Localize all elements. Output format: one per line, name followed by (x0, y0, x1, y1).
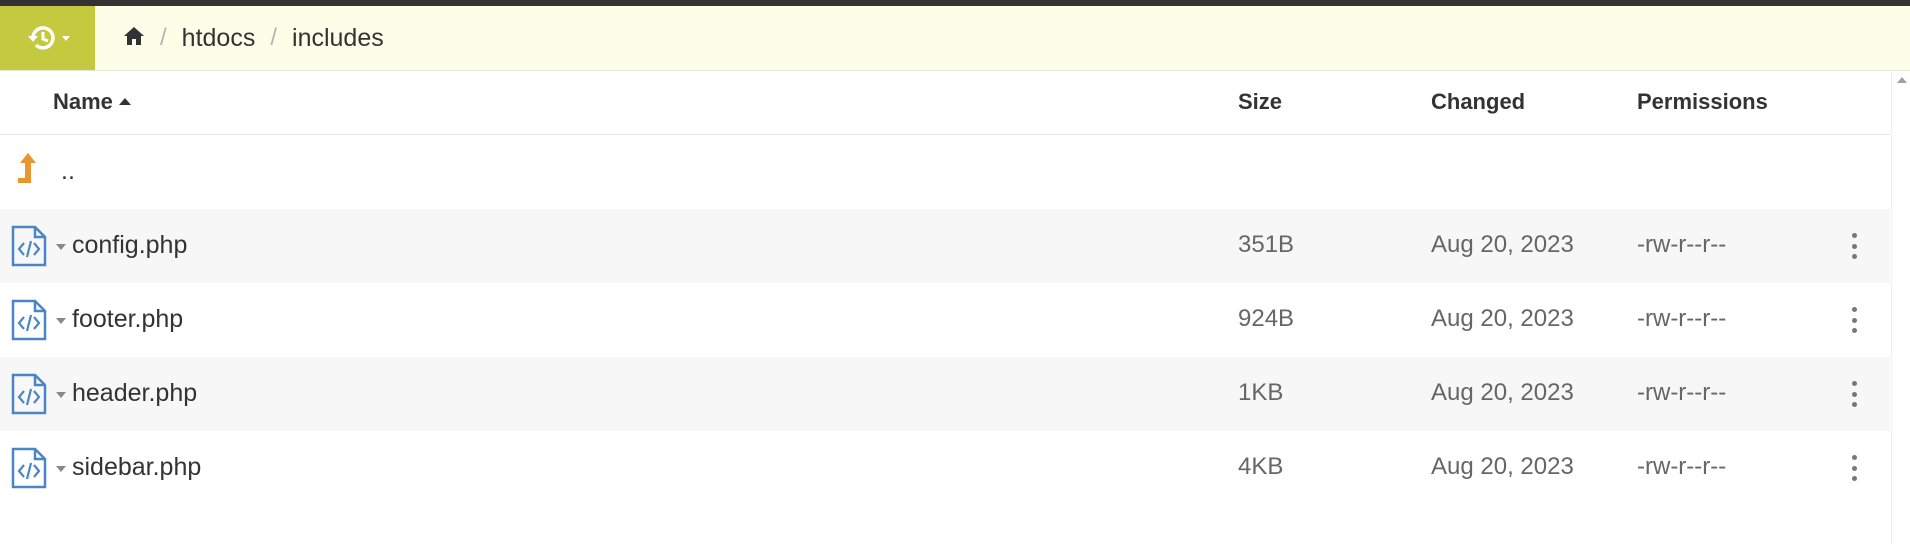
file-changed: Aug 20, 2023 (1431, 305, 1574, 332)
file-size: 4KB (1238, 453, 1284, 480)
file-name[interactable]: footer.php (72, 305, 183, 334)
parent-directory-label: .. (61, 157, 75, 185)
sort-ascending-icon (118, 98, 131, 105)
code-file-icon (11, 373, 47, 415)
code-file-icon (11, 447, 47, 489)
more-actions-icon[interactable] (1846, 381, 1862, 407)
file-name[interactable]: sidebar.php (72, 453, 201, 482)
file-size: 351B (1238, 231, 1295, 258)
parent-directory-row[interactable]: .. (0, 135, 1890, 209)
column-name-label: Name (53, 89, 113, 114)
file-permissions: -rw-r--r-- (1637, 305, 1727, 332)
breadcrumb-separator: / (160, 24, 167, 51)
code-file-icon (11, 299, 47, 341)
file-row[interactable]: header.php 1KB Aug 20, 2023 -rw-r--r-- (0, 357, 1890, 431)
code-file-icon (11, 225, 47, 267)
expand-caret-icon[interactable] (56, 318, 66, 324)
file-row[interactable]: sidebar.php 4KB Aug 20, 2023 -rw-r--r-- (0, 431, 1890, 505)
file-changed: Aug 20, 2023 (1431, 231, 1574, 258)
path-header: / htdocs / includes (0, 6, 1910, 71)
file-permissions: -rw-r--r-- (1637, 231, 1727, 258)
file-size: 1KB (1238, 379, 1284, 406)
history-icon (27, 26, 70, 50)
vertical-scrollbar[interactable] (1891, 71, 1910, 544)
table-header: Name Size Changed Permissions (0, 71, 1890, 135)
more-actions-icon[interactable] (1846, 455, 1862, 481)
file-list: .. config.php 351B Aug 20, 2023 -rw-r--r… (0, 135, 1890, 505)
file-size: 924B (1238, 305, 1295, 332)
file-changed: Aug 20, 2023 (1431, 453, 1574, 480)
file-name[interactable]: header.php (72, 379, 197, 408)
file-row[interactable]: footer.php 924B Aug 20, 2023 -rw-r--r-- (0, 283, 1890, 357)
home-icon[interactable] (123, 24, 145, 53)
breadcrumb-htdocs[interactable]: htdocs (182, 24, 256, 53)
file-name[interactable]: config.php (72, 231, 187, 260)
scroll-up-arrow-icon[interactable] (1897, 77, 1907, 83)
breadcrumb: / htdocs / includes (123, 24, 384, 53)
breadcrumb-includes[interactable]: includes (292, 24, 384, 53)
parent-folder-icon (18, 153, 36, 183)
column-header-permissions[interactable]: Permissions (1637, 89, 1768, 115)
history-button[interactable] (0, 6, 95, 70)
column-header-size[interactable]: Size (1238, 89, 1282, 115)
expand-caret-icon[interactable] (56, 392, 66, 398)
file-row[interactable]: config.php 351B Aug 20, 2023 -rw-r--r-- (0, 209, 1890, 283)
breadcrumb-separator: / (270, 24, 278, 51)
file-permissions: -rw-r--r-- (1637, 453, 1727, 480)
more-actions-icon[interactable] (1846, 307, 1862, 333)
column-header-name[interactable]: Name (53, 89, 131, 115)
expand-caret-icon[interactable] (56, 466, 66, 472)
expand-caret-icon[interactable] (56, 244, 66, 250)
file-changed: Aug 20, 2023 (1431, 379, 1574, 406)
more-actions-icon[interactable] (1846, 233, 1862, 259)
column-header-changed[interactable]: Changed (1431, 89, 1525, 115)
file-permissions: -rw-r--r-- (1637, 379, 1727, 406)
